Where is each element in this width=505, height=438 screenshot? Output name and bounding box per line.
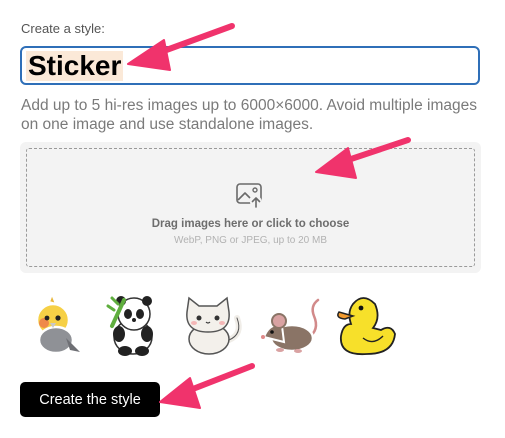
image-dropzone[interactable]: Drag images here or click to choose WebP… (26, 148, 475, 267)
panda-sticker-thumbnail (106, 296, 153, 356)
mouse-sticker-thumbnail (261, 298, 320, 353)
style-name-value: Sticker (26, 50, 124, 81)
create-style-page: Create a style: Sticker Add up to 5 hi-r… (0, 0, 505, 438)
image-upload-icon (236, 183, 262, 208)
dropzone-subtitle: WebP, PNG or JPEG, up to 20 MB (173, 235, 328, 246)
create-style-button[interactable]: Create the style (20, 382, 160, 417)
arrow-to-create-button (159, 363, 255, 409)
duck-sticker-thumbnail (337, 297, 396, 356)
dropzone-title: Drag images here or click to choose (151, 218, 350, 230)
upload-help-text: Add up to 5 hi-res images up to 6000×600… (21, 97, 477, 133)
dropzone-container: Drag images here or click to choose WebP… (20, 142, 481, 273)
create-style-label: Create a style: (21, 21, 105, 36)
style-name-input[interactable]: Sticker (20, 46, 480, 85)
cat-sticker-thumbnail (186, 296, 242, 355)
cockatiel-sticker-thumbnail (35, 291, 80, 355)
